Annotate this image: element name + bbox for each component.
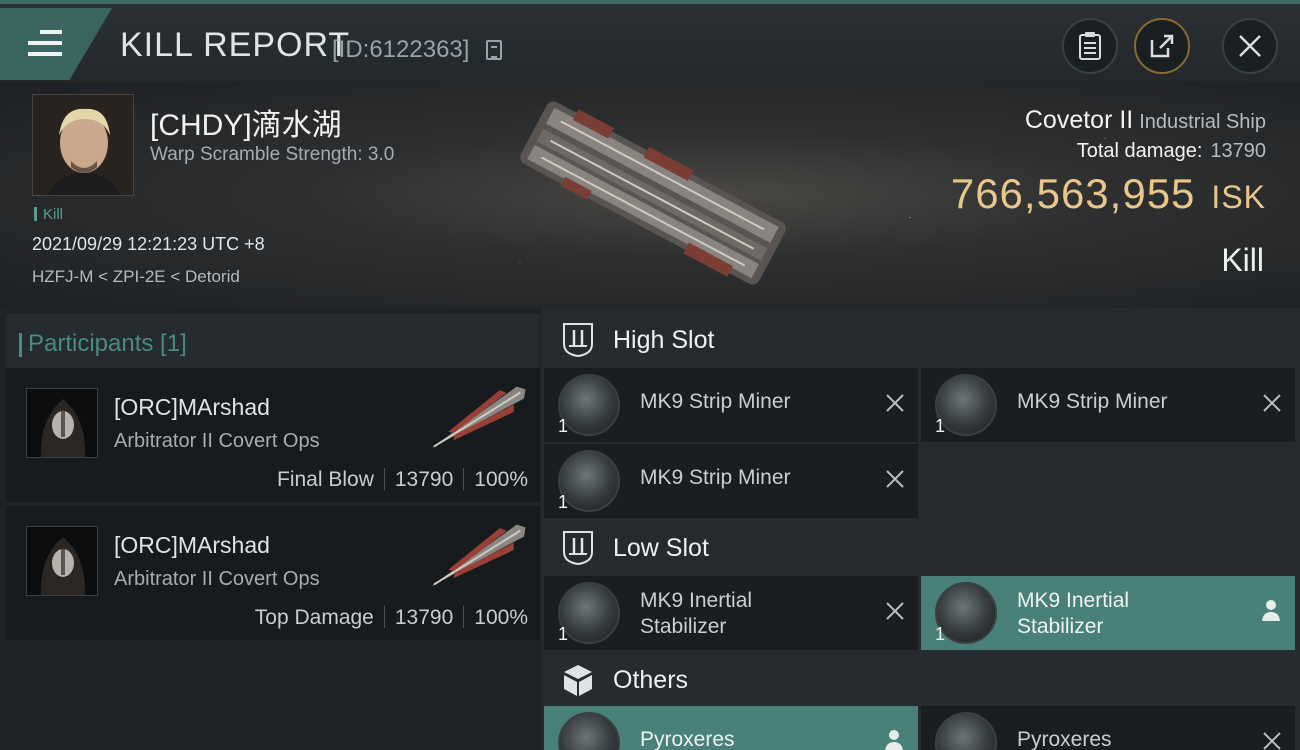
report-id: [ID:6122363] — [332, 36, 470, 63]
module-name-line2: Stabilizer — [640, 615, 727, 638]
victim-name: [CHDY]滴水湖 — [150, 109, 342, 142]
participant-avatar — [26, 388, 98, 458]
dropped-person-icon — [885, 730, 903, 750]
module-item[interactable]: 1 MK9 Strip Miner — [544, 444, 918, 518]
module-name: Pyroxeres — [1017, 728, 1112, 750]
high-slot-header: High Slot — [541, 310, 1300, 370]
dropped-person-icon — [1262, 600, 1280, 621]
total-damage: Total damage: 13790 — [1077, 140, 1266, 163]
destroyed-icon — [1263, 732, 1281, 750]
isk-amount: 766,563,955 — [950, 170, 1196, 217]
fitting-panel: High Slot 1 MK9 Strip Miner 1 MK9 Strip … — [541, 308, 1300, 750]
isk-value: 766,563,955 ISK — [951, 170, 1266, 218]
module-qty: 1 — [935, 416, 946, 436]
destroyed-icon — [886, 602, 904, 620]
low-slot-icon — [563, 531, 593, 566]
total-damage-label: Total damage: — [1076, 140, 1203, 162]
low-slot-header: Low Slot — [541, 518, 1300, 578]
module-name: MK9 Strip Miner — [1017, 390, 1168, 413]
victim-ship-name: Covetor II — [1024, 106, 1134, 134]
participant-ship-image — [430, 524, 526, 587]
participants-label: Participants [1] — [19, 330, 187, 357]
participant-ship: Arbitrator II Covert Ops — [114, 568, 320, 590]
participant-damage: 13790 — [394, 468, 454, 491]
participant-stats: Top Damage 13790 100% — [255, 606, 528, 630]
module-name: Pyroxeres — [640, 728, 735, 750]
participant-role: Final Blow — [277, 468, 374, 491]
victim-ship-class: Industrial Ship — [1139, 111, 1266, 133]
module-name: MK9 Strip Miner — [640, 390, 791, 413]
page-title: KILL REPORT — [120, 26, 351, 64]
warp-scramble-strength: Warp Scramble Strength: 3.0 — [150, 144, 395, 165]
participant-percent: 100% — [474, 606, 528, 629]
module-name-line1: MK9 Inertial — [640, 589, 753, 612]
high-slot-label: High Slot — [613, 326, 715, 354]
low-slot-label: Low Slot — [613, 534, 709, 562]
close-icon — [1239, 35, 1261, 57]
module-item[interactable]: Pyroxeres — [544, 706, 918, 750]
participant-percent: 100% — [474, 468, 528, 491]
participant-role: Top Damage — [254, 606, 374, 629]
module-qty: 1 — [558, 624, 569, 644]
kill-location: HZFJ-M < ZPI-2E < Detorid — [32, 267, 240, 286]
participant-ship-image — [430, 386, 526, 449]
ore-icon — [935, 712, 997, 750]
menu-button[interactable] — [0, 8, 112, 80]
module-item[interactable]: 1 MK9 Strip Miner — [921, 368, 1295, 442]
module-qty: 1 — [935, 624, 946, 644]
victim-ship-image — [520, 101, 786, 285]
others-header: Others — [541, 650, 1300, 710]
participant-name: [ORC]MArshad — [114, 394, 270, 420]
kill-result: Kill — [1221, 242, 1264, 278]
module-item[interactable]: 1 MK9 Inertial Stabilizer — [544, 576, 918, 650]
top-bar: KILL REPORT [ID:6122363] — [0, 0, 1300, 82]
isk-unit: ISK — [1211, 179, 1266, 215]
participant-ship: Arbitrator II Covert Ops — [114, 430, 320, 452]
module-name-line2: Stabilizer — [1017, 615, 1104, 638]
module-item[interactable]: Pyroxeres — [921, 706, 1295, 750]
module-qty: 1 — [558, 416, 569, 436]
ore-icon — [558, 712, 620, 750]
clipboard-button[interactable] — [1062, 18, 1118, 74]
copy-icon[interactable] — [486, 40, 502, 60]
module-item[interactable]: 1 MK9 Strip Miner — [544, 368, 918, 442]
high-slot-icon — [563, 323, 593, 358]
module-name: MK9 Inertial Stabilizer — [1017, 588, 1129, 640]
box-icon — [564, 665, 592, 696]
close-button[interactable] — [1222, 18, 1278, 74]
module-name: MK9 Inertial Stabilizer — [640, 588, 752, 640]
others-label: Others — [613, 666, 689, 694]
clipboard-icon — [1079, 32, 1101, 60]
kill-tag: Kill — [34, 206, 63, 223]
destroyed-icon — [1263, 394, 1281, 412]
destroyed-icon — [886, 470, 904, 488]
share-icon — [1150, 34, 1174, 58]
share-button[interactable] — [1134, 18, 1190, 74]
victim-summary: [CHDY]滴水湖 Warp Scramble Strength: 3.0 Ki… — [0, 82, 1300, 308]
module-qty: 1 — [558, 492, 569, 512]
kill-datetime: 2021/09/29 12:21:23 UTC +8 — [32, 234, 265, 254]
participants-header: Participants [1] — [6, 314, 540, 368]
participant-stats: Final Blow 13790 100% — [277, 468, 528, 492]
participant-card[interactable]: [ORC]MArshad Arbitrator II Covert Ops Fi… — [6, 368, 540, 502]
victim-portrait[interactable] — [32, 94, 134, 196]
destroyed-icon — [886, 394, 904, 412]
participants-panel: Participants [1] [ORC]MArshad Arbitrator… — [0, 308, 541, 750]
menu-icon — [28, 30, 64, 58]
participant-card[interactable]: [ORC]MArshad Arbitrator II Covert Ops To… — [6, 506, 540, 640]
module-name: MK9 Strip Miner — [640, 466, 791, 489]
module-name-line1: MK9 Inertial — [1017, 589, 1130, 612]
victim-ship: Covetor II Industrial Ship — [1025, 106, 1266, 135]
participant-damage: 13790 — [394, 606, 454, 629]
total-damage-value: 13790 — [1210, 140, 1266, 162]
module-item[interactable]: 1 MK9 Inertial Stabilizer — [921, 576, 1295, 650]
participant-avatar — [26, 526, 98, 596]
participant-name: [ORC]MArshad — [114, 532, 270, 558]
